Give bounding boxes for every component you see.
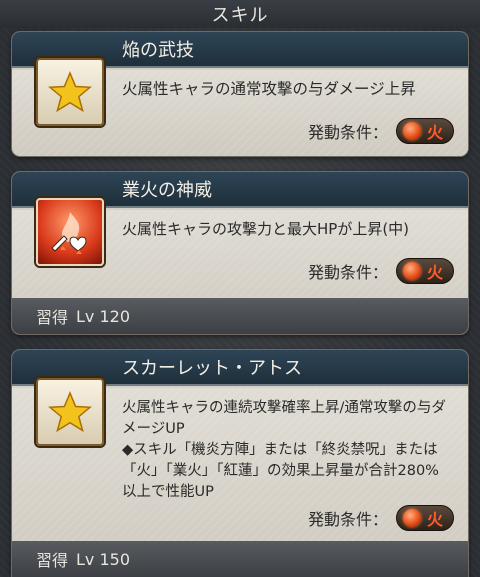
skill-name: スカーレット・アトス [122, 358, 302, 379]
fire-element-badge: 火 [396, 258, 454, 284]
skill-card[interactable]: 業火の神威 火属性キャラの攻撃力と最大HPが上昇(中) 発動条件： 火 習得 L… [12, 172, 468, 334]
acquire-level-bar: 習得 Lv 120 [12, 298, 468, 334]
activation-condition: 発動条件： 火 [308, 505, 454, 531]
skill-card[interactable]: 焔の武技 火属性キャラの通常攻撃の与ダメージ上昇 発動条件： 火 [12, 32, 468, 156]
skill-description-note: ◆スキル「機炎方陣」または「終炎禁呪」または「火」「業火」「紅蓮」の効果上昇量が… [122, 442, 439, 500]
element-label: 火 [427, 510, 444, 529]
condition-label: 発動条件： [307, 510, 388, 529]
skill-card[interactable]: スカーレット・アトス 火属性キャラの連続攻撃確率上昇/通常攻撃の与ダメージUP … [12, 350, 468, 577]
element-label: 火 [427, 123, 444, 142]
acquire-level-bar: 習得 Lv 150 [12, 541, 468, 577]
star-icon [36, 378, 104, 446]
skill-description-main: 火属性キャラの連続攻撃確率上昇/通常攻撃の与ダメージUP [122, 400, 446, 437]
acquire-label: 習得 [36, 551, 69, 570]
fire-attack-hp-up-icon [36, 198, 104, 266]
skill-name: 焔の武技 [122, 40, 194, 61]
activation-condition: 発動条件： 火 [308, 118, 454, 144]
acquire-label: 習得 [36, 308, 69, 327]
skill-name: 業火の神威 [122, 180, 212, 201]
element-label: 火 [427, 263, 444, 282]
skill-description: 火属性キャラの連続攻撃確率上昇/通常攻撃の与ダメージUP ◆スキル「機炎方陣」ま… [122, 398, 452, 503]
acquire-level: Lv 120 [76, 306, 131, 326]
fire-element-badge: 火 [396, 118, 454, 144]
fire-icon [403, 122, 421, 140]
section-title: スキル [211, 5, 269, 26]
skill-description: 火属性キャラの攻撃力と最大HPが上昇(中) [122, 220, 410, 238]
section-header: スキル [0, 0, 480, 28]
acquire-level: Lv 150 [76, 549, 131, 569]
skill-description: 火属性キャラの通常攻撃の与ダメージ上昇 [122, 80, 416, 98]
condition-label: 発動条件： [307, 263, 388, 282]
activation-condition: 発動条件： 火 [308, 258, 454, 284]
fire-icon [403, 262, 421, 280]
star-icon [36, 58, 104, 126]
condition-label: 発動条件： [307, 123, 388, 142]
fire-icon [403, 509, 421, 527]
fire-element-badge: 火 [396, 505, 454, 531]
